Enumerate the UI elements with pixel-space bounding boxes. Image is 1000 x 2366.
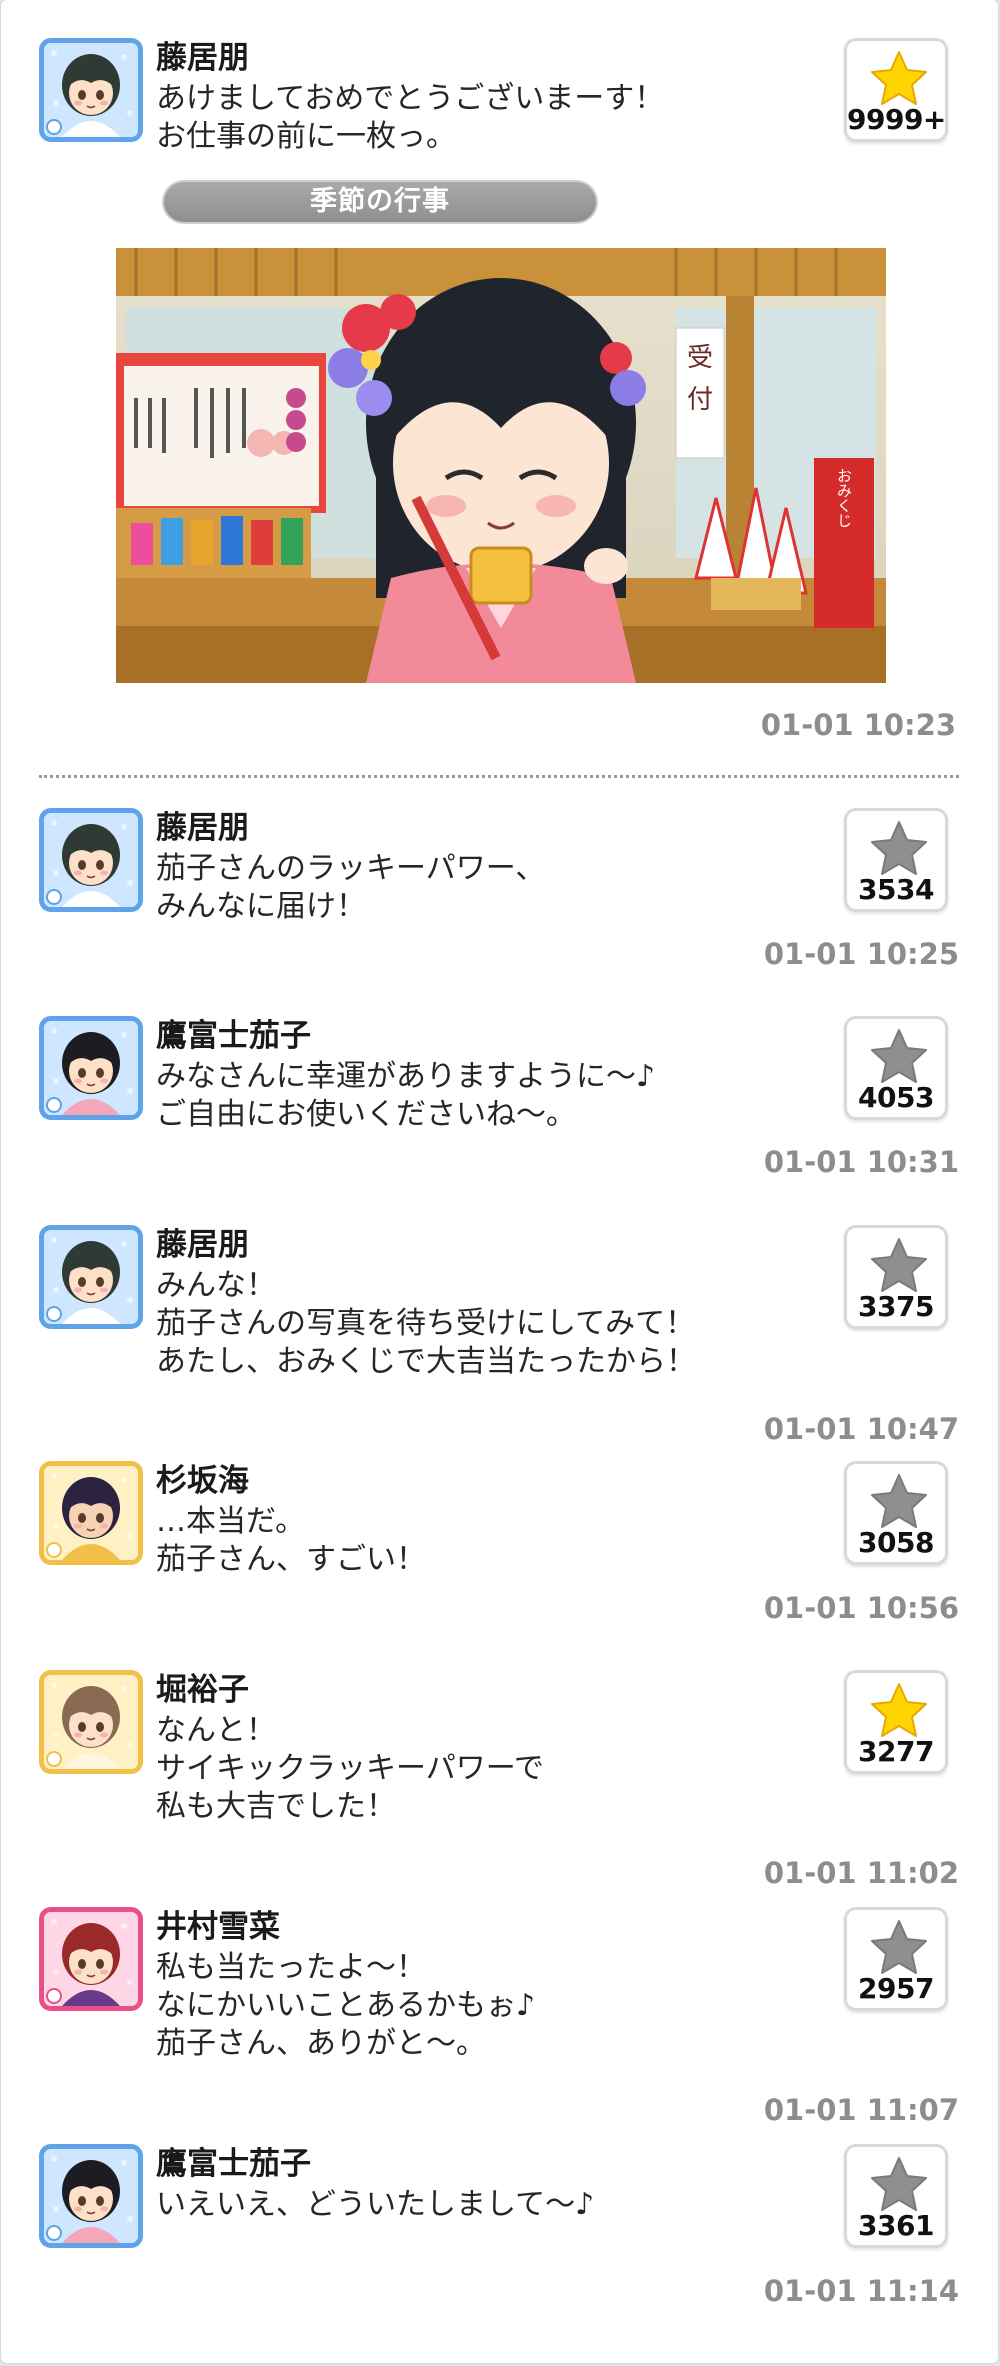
poster-name: 藤居朋 <box>156 40 249 76</box>
timestamp: 01-01 10:25 <box>763 937 959 971</box>
avatar[interactable] <box>39 1016 143 1120</box>
avatar[interactable] <box>39 1461 143 1565</box>
like-count: 9999+ <box>847 103 946 136</box>
poster-name: 藤居朋 <box>156 1227 249 1263</box>
avatar[interactable] <box>39 1670 143 1774</box>
sign-char-2: 付 <box>687 385 713 415</box>
poster-name: 鷹富士茄子 <box>156 2146 311 2182</box>
like-button[interactable]: 3361 <box>844 2144 948 2248</box>
avatar[interactable] <box>39 1225 143 1329</box>
timestamp: 01-01 10:31 <box>763 1145 959 1179</box>
like-button[interactable]: 4053 <box>844 1016 948 1120</box>
like-button[interactable]: 3058 <box>844 1461 948 1565</box>
attribute-icon <box>46 1751 62 1767</box>
attribute-icon <box>46 1542 62 1558</box>
poster-name: 堀裕子 <box>156 1672 249 1708</box>
like-button[interactable]: 9999+ <box>844 38 948 142</box>
avatar[interactable] <box>39 2144 143 2248</box>
divider <box>39 775 959 778</box>
attribute-icon <box>46 1306 62 1322</box>
timestamp: 01-01 11:02 <box>763 1856 959 1890</box>
like-count: 3375 <box>858 1290 934 1323</box>
poster-name: 藤居朋 <box>156 810 249 846</box>
avatar[interactable] <box>39 1907 143 2011</box>
comment-message: …本当だ。 茄子さん、すごい！ <box>156 1504 426 1577</box>
attribute-icon <box>46 119 62 135</box>
timestamp: 01-01 10:47 <box>763 1412 959 1446</box>
attribute-icon <box>46 1988 62 2004</box>
comment-message: みんな！ 茄子さんの写真を待ち受けにしてみて！ あたし、おみくじで大吉当たったか… <box>156 1268 696 1379</box>
omikuji-box-label: おみくじ <box>835 468 853 528</box>
comment-message: 私も当たったよ〜！ なにかいいことあるかもぉ♪ 茄子さん、ありがと〜。 <box>156 1950 536 2061</box>
poster-name: 井村雪菜 <box>156 1909 280 1945</box>
comment-message: なんと！ サイキックラッキーパワーで 私も大吉でした！ <box>156 1713 544 1824</box>
like-count: 4053 <box>858 1081 934 1114</box>
post-message: あけましておめでとうございまーす！ お仕事の前に一枚っ。 <box>156 81 665 154</box>
timestamp: 01-01 11:07 <box>763 2093 959 2127</box>
poster-name: 鷹富士茄子 <box>156 1018 311 1054</box>
like-count: 3534 <box>858 873 934 906</box>
timestamp: 01-01 10:56 <box>763 1591 959 1625</box>
like-count: 3361 <box>858 2209 934 2242</box>
attribute-icon <box>46 1097 62 1113</box>
avatar[interactable] <box>39 38 143 142</box>
comment-message: いえいえ、どういたしまして〜♪ <box>156 2187 595 2222</box>
sign-char-1: 受 <box>687 343 713 373</box>
post-feed: 藤居朋 あけましておめでとうございまーす！ お仕事の前に一枚っ。 9999+ 季… <box>1 0 998 2363</box>
like-button[interactable]: 3277 <box>844 1670 948 1774</box>
timestamp: 01-01 11:14 <box>763 2274 959 2308</box>
like-count: 3277 <box>858 1735 934 1768</box>
attribute-icon <box>46 889 62 905</box>
poster-name: 杉坂海 <box>156 1463 249 1499</box>
comment-message: 茄子さんのラッキーパワー、 みんなに届け！ <box>156 851 546 924</box>
avatar[interactable] <box>39 808 143 912</box>
timestamp: 01-01 10:23 <box>760 708 956 742</box>
like-count: 2957 <box>858 1972 934 2005</box>
like-button[interactable]: 3375 <box>844 1225 948 1329</box>
post-photo[interactable]: 受 付 おみくじ <box>116 248 886 683</box>
like-button[interactable]: 2957 <box>844 1907 948 2011</box>
like-button[interactable]: 3534 <box>844 808 948 912</box>
comment-message: みなさんに幸運がありますように〜♪ ご自由にお使いくださいね〜。 <box>156 1059 656 1132</box>
attribute-icon <box>46 2225 62 2241</box>
category-tag[interactable]: 季節の行事 <box>162 180 598 224</box>
like-count: 3058 <box>858 1526 934 1559</box>
